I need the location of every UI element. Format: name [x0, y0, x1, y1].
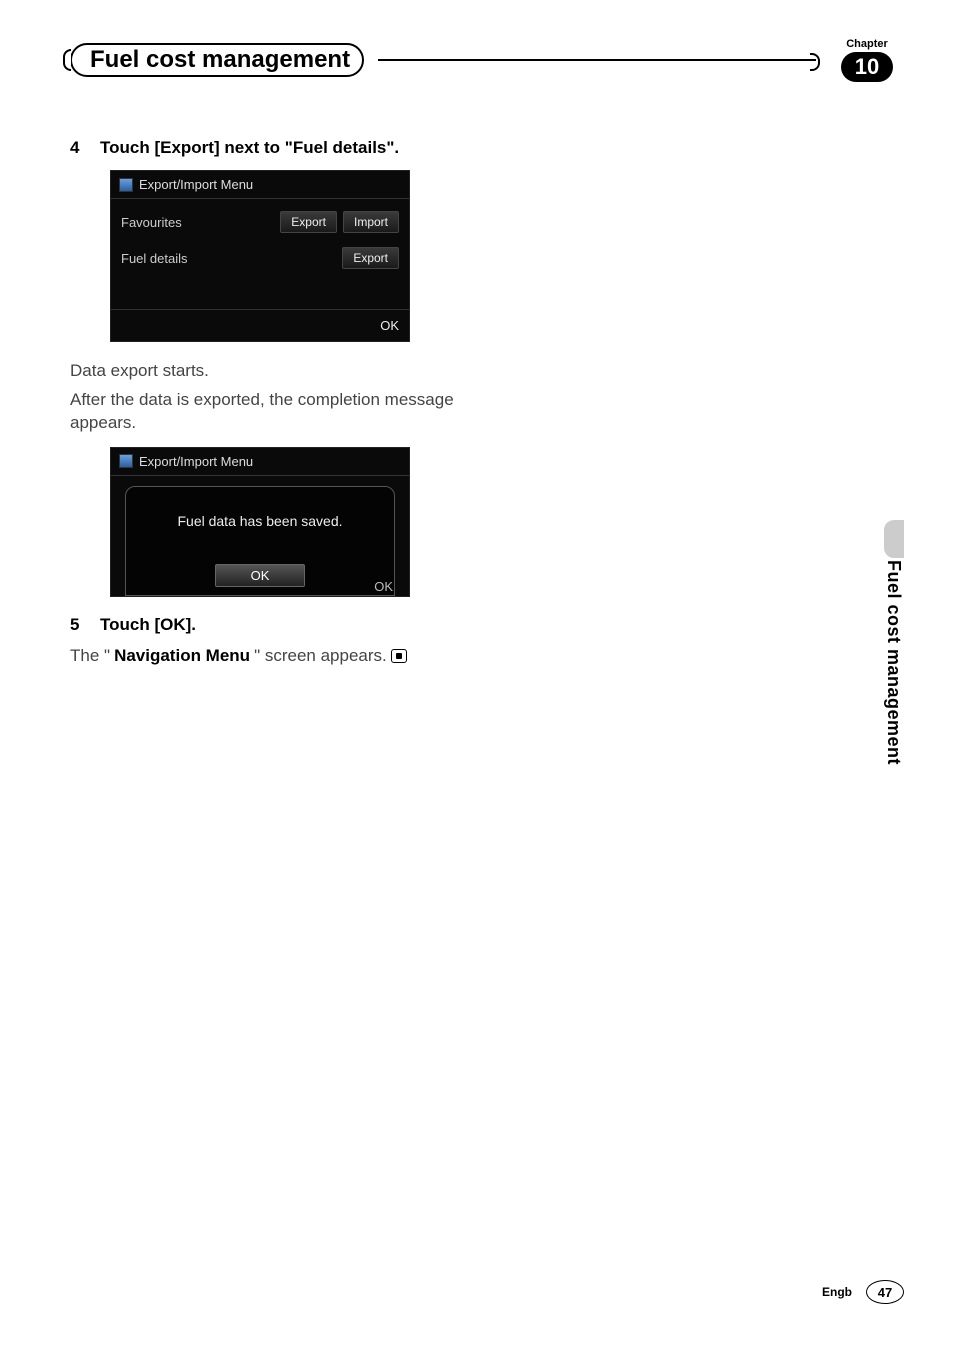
step-4-text: Touch [Export] next to "Fuel details".: [100, 138, 399, 158]
page-footer: Engb 47: [822, 1280, 904, 1304]
chapter-title-pill: Fuel cost management: [70, 43, 364, 77]
dialog-ok-button[interactable]: OK: [215, 564, 305, 587]
favourites-import-button[interactable]: Import: [343, 211, 399, 233]
dialog-panel: Fuel data has been saved. OK: [125, 486, 395, 596]
label-fueldetails: Fuel details: [121, 251, 187, 266]
title-line: [378, 59, 816, 61]
result-prefix: The ": [70, 645, 110, 668]
step-5: 5 Touch [OK].: [70, 615, 500, 635]
side-tab-label: Fuel cost management: [883, 560, 904, 765]
row-favourites: Favourites Export Import: [121, 207, 399, 243]
chapter-title: Fuel cost management: [90, 46, 350, 74]
step-4-num: 4: [70, 138, 82, 158]
chapter-number: 10: [841, 52, 893, 82]
row-fueldetails: Fuel details Export: [121, 243, 399, 279]
para-after-export: After the data is exported, the completi…: [70, 389, 500, 435]
window-icon: [119, 178, 133, 192]
screenshot-export-import-menu: Export/Import Menu Favourites Export Imp…: [110, 170, 410, 342]
chapter-label: Chapter: [830, 38, 904, 50]
para-export-starts: Data export starts.: [70, 360, 500, 383]
screenshot2-titlebar: Export/Import Menu: [111, 448, 409, 476]
result-bold: Navigation Menu: [114, 645, 250, 668]
para-result: The " Navigation Menu " screen appears.: [70, 645, 407, 668]
screenshot2-title: Export/Import Menu: [139, 454, 253, 469]
fueldetails-export-button[interactable]: Export: [342, 247, 399, 269]
label-favourites: Favourites: [121, 215, 182, 230]
chapter-number-box: Chapter 10: [830, 38, 904, 82]
chapter-header: Fuel cost management Chapter 10: [70, 38, 904, 82]
step-5-num: 5: [70, 615, 82, 635]
end-section-icon: [391, 649, 407, 663]
footer-lang: Engb: [822, 1285, 852, 1299]
screenshot1-ok-button[interactable]: OK: [380, 318, 399, 333]
screenshot1-footer: OK: [111, 309, 409, 341]
step-5-text: Touch [OK].: [100, 615, 196, 635]
screenshot1-title: Export/Import Menu: [139, 177, 253, 192]
window-icon: [119, 454, 133, 468]
screenshot-saved-dialog: Export/Import Menu Fuel data has been sa…: [110, 447, 410, 597]
favourites-export-button[interactable]: Export: [280, 211, 337, 233]
result-suffix: " screen appears.: [254, 645, 387, 668]
dialog-message: Fuel data has been saved.: [132, 505, 388, 529]
page-content: 4 Touch [Export] next to "Fuel details".…: [70, 138, 500, 674]
background-ok-text: OK: [374, 579, 393, 594]
sidetab-accent: [884, 520, 904, 558]
footer-page-number: 47: [866, 1280, 904, 1304]
step-4: 4 Touch [Export] next to "Fuel details".: [70, 138, 500, 158]
screenshot1-titlebar: Export/Import Menu: [111, 171, 409, 199]
